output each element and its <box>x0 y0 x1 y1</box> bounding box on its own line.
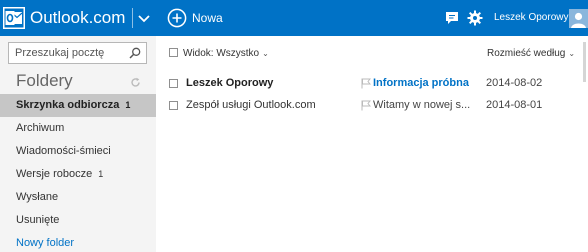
new-message-button[interactable]: Nowa <box>167 7 223 29</box>
flag-icon[interactable] <box>361 100 371 111</box>
outlook-logo-icon[interactable] <box>3 7 25 29</box>
folder-label: Skrzynka odbiorcza <box>16 99 120 111</box>
list-toolbar: Widok: Wszystko ⌄ Rozmieść według ⌄ <box>156 36 588 70</box>
folder-label: Wersje robocze <box>16 168 93 180</box>
scrollbar[interactable] <box>582 36 588 252</box>
folder-label: Usunięte <box>16 214 60 226</box>
message-checkbox[interactable] <box>169 101 178 110</box>
brand-divider <box>132 8 133 28</box>
message-subject: Informacja próbna <box>373 77 469 89</box>
folder-drafts[interactable]: Wersje robocze 1 <box>0 163 156 186</box>
sort-dropdown[interactable]: Rozmieść według ⌄ <box>487 48 575 59</box>
folder-label: Archiwum <box>16 122 65 134</box>
message-sender: Leszek Oporowy <box>186 77 274 89</box>
message-pane: Widok: Wszystko ⌄ Rozmieść według ⌄ Leszek… <box>156 36 588 252</box>
message-row[interactable]: Leszek Oporowy Informacja próbna 2014-08… <box>156 73 582 95</box>
new-folder-link[interactable]: Nowy folder <box>0 232 156 252</box>
folders-heading: Foldery <box>16 71 73 90</box>
folder-sent[interactable]: Wysłane <box>0 186 156 209</box>
refresh-icon[interactable] <box>130 77 141 88</box>
top-bar: Outlook.com Nowa Leszek Oporowy <box>0 0 588 36</box>
message-sender: Zespół usługi Outlook.com <box>186 99 316 111</box>
select-all-checkbox[interactable] <box>169 48 178 57</box>
message-date: 2014-08-02 <box>486 77 543 89</box>
message-date: 2014-08-01 <box>486 99 543 111</box>
plus-circle-icon <box>167 8 187 28</box>
view-filter-label: Widok: Wszystko <box>183 48 260 59</box>
scrollbar-thumb[interactable] <box>583 42 586 82</box>
sidebar: Foldery Skrzynka odbiorcza 1 Archiwum Wia… <box>0 36 156 252</box>
user-name[interactable]: Leszek Oporowy <box>494 12 568 23</box>
chevron-down-icon[interactable] <box>137 11 151 25</box>
message-checkbox[interactable] <box>169 79 178 88</box>
message-row[interactable]: Zespół usługi Outlook.com Witamy w nowej… <box>156 95 582 117</box>
chat-icon[interactable] <box>445 11 459 25</box>
sort-label: Rozmieść według <box>487 48 566 59</box>
chevron-down-icon: ⌄ <box>568 49 576 58</box>
brand-name[interactable]: Outlook.com <box>30 8 125 28</box>
chevron-down-icon: ⌄ <box>262 49 269 58</box>
folder-archive[interactable]: Archiwum <box>0 117 156 140</box>
gear-icon[interactable] <box>467 10 483 26</box>
message-subject: Witamy w nowej s... <box>373 99 471 111</box>
new-message-label: Nowa <box>192 11 223 25</box>
folder-list: Skrzynka odbiorcza 1 Archiwum Wiadomości-… <box>0 94 156 252</box>
user-silhouette-icon <box>571 12 586 28</box>
folder-junk[interactable]: Wiadomości-śmieci <box>0 140 156 163</box>
folder-label: Wysłane <box>16 191 59 203</box>
unread-count: 1 <box>125 100 131 110</box>
view-filter-dropdown[interactable]: Widok: Wszystko ⌄ <box>183 48 269 59</box>
search-input[interactable] <box>9 43 124 63</box>
folder-label: Wiadomości-śmieci <box>16 145 111 157</box>
drafts-count: 1 <box>98 169 104 179</box>
search-icon[interactable] <box>129 47 141 59</box>
folder-deleted[interactable]: Usunięte <box>0 209 156 232</box>
folder-inbox[interactable]: Skrzynka odbiorcza 1 <box>0 94 156 117</box>
avatar[interactable] <box>569 9 588 28</box>
flag-icon[interactable] <box>361 78 371 89</box>
search-box[interactable] <box>8 42 147 64</box>
